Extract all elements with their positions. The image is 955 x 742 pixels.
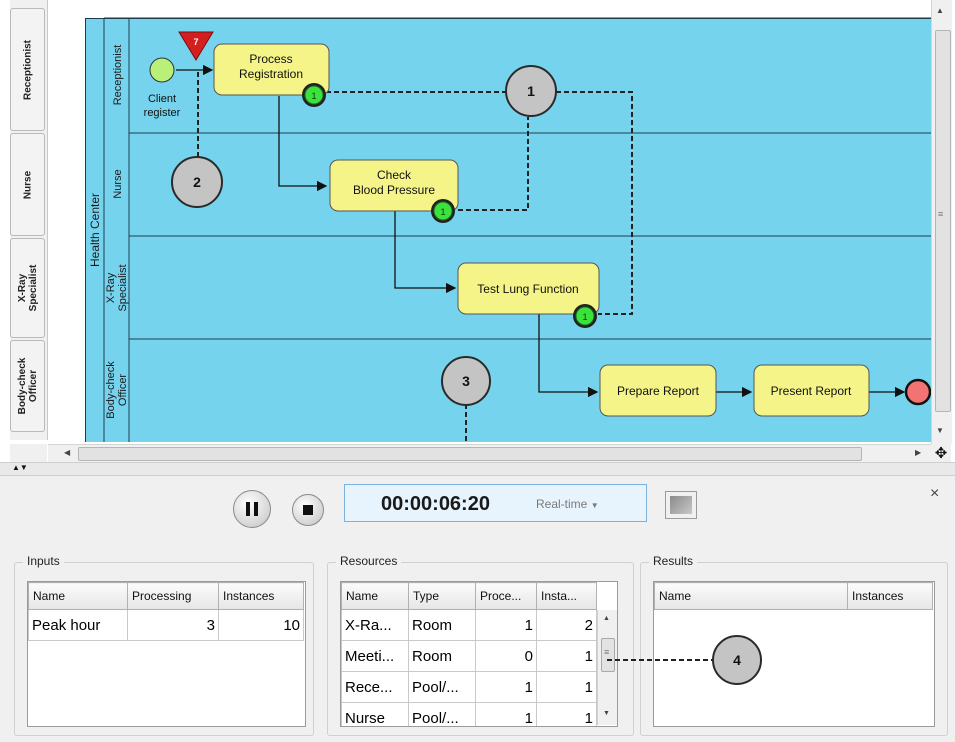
scroll-right-icon[interactable]: ▶ xyxy=(915,448,921,457)
callout-4: 4 xyxy=(712,635,762,685)
resource-badge-icon: 1 xyxy=(573,304,597,328)
callout-2: 2 xyxy=(171,156,223,208)
lane-label-nurse: Nurse xyxy=(112,169,124,198)
resource-badge-count: 1 xyxy=(311,91,316,101)
task-prepare-report[interactable]: Prepare Report xyxy=(599,364,717,417)
task-label-line: Check xyxy=(377,168,412,182)
resource-badge-icon: 1 xyxy=(302,83,326,107)
callout-number: 3 xyxy=(462,373,470,389)
task-present-report[interactable]: Present Report xyxy=(753,364,870,417)
scroll-up-icon[interactable]: ▲ xyxy=(936,6,944,15)
pool-label: Health Center xyxy=(88,193,102,267)
callout-number: 1 xyxy=(527,83,535,99)
sequence-flow[interactable] xyxy=(278,96,328,192)
lane-label-xray-specialist: X-RaySpecialist xyxy=(105,264,129,311)
lane-label-line: Specialist xyxy=(117,264,129,311)
corner-box xyxy=(10,444,47,462)
lane-label-line: X-Ray xyxy=(105,272,117,303)
bpmn-diagram: Health Center Receptionist Nurse X-RaySp… xyxy=(88,17,932,462)
vertical-scrollbar[interactable]: ▲ ≡ ▼ xyxy=(931,0,952,444)
start-event[interactable] xyxy=(149,57,175,83)
scroll-down-icon[interactable]: ▼ xyxy=(936,426,944,435)
task-label: Prepare Report xyxy=(617,384,700,398)
start-event-label-line: Client xyxy=(148,93,176,105)
lane-label-line: Body-check xyxy=(105,361,117,419)
lane-label-body-check-officer: Body-checkOfficer xyxy=(105,361,129,419)
resource-badge-count: 1 xyxy=(582,312,587,322)
task-label-line: Registration xyxy=(239,67,303,81)
vertical-scroll-thumb[interactable]: ≡ xyxy=(935,30,951,412)
start-event-label: Client register xyxy=(144,93,181,119)
horizontal-scrollbar[interactable]: ◀ ▶ xyxy=(48,444,931,463)
scroll-left-icon[interactable]: ◀ xyxy=(64,448,70,457)
pan-move-icon[interactable]: ✥ xyxy=(931,444,951,462)
callout-overlay: 4 xyxy=(607,635,762,685)
resource-link xyxy=(458,117,529,211)
lane-label-receptionist: Receptionist xyxy=(112,45,124,106)
callout-1: 1 xyxy=(505,65,557,117)
horizontal-scroll-thumb[interactable] xyxy=(78,447,862,461)
task-label: Present Report xyxy=(771,384,852,398)
lane-label-line: Officer xyxy=(117,374,129,407)
resource-badge-count: 1 xyxy=(440,207,445,217)
start-event-label-line: register xyxy=(144,107,181,119)
task-test-lung-function[interactable]: Test Lung Function xyxy=(457,262,600,315)
task-label-line: Blood Pressure xyxy=(353,183,435,197)
callout-number: 4 xyxy=(733,652,741,668)
trigger-badge-count: 7 xyxy=(193,37,198,47)
callout-number: 2 xyxy=(193,174,201,190)
task-label-line: Process xyxy=(249,52,292,66)
resource-badge-icon: 1 xyxy=(431,199,455,223)
grip-icon: ≡ xyxy=(938,209,944,219)
task-label: Test Lung Function xyxy=(477,282,578,296)
callout-3: 3 xyxy=(441,356,491,406)
end-event[interactable] xyxy=(904,378,932,406)
